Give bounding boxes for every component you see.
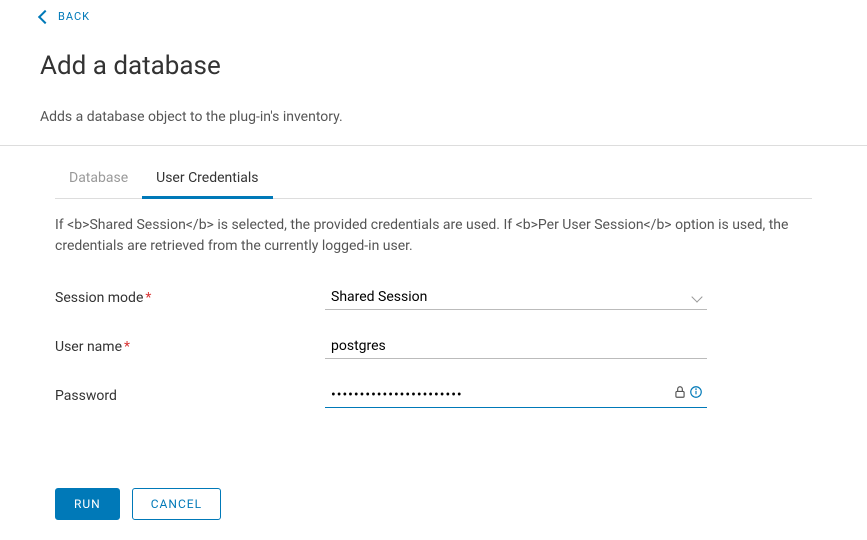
run-button[interactable]: RUN	[55, 488, 120, 520]
footer-actions: RUN CANCEL	[55, 488, 221, 520]
user-name-input[interactable]	[325, 334, 707, 359]
tab-user-credentials[interactable]: User Credentials	[142, 160, 272, 199]
tab-database[interactable]: Database	[55, 160, 142, 199]
user-name-row: User name*	[55, 322, 812, 371]
back-label: BACK	[58, 10, 90, 23]
tabs: Database User Credentials	[55, 160, 812, 199]
page-title: Add a database	[0, 33, 867, 91]
password-label: Password	[55, 388, 325, 404]
password-row: Password	[55, 371, 812, 420]
session-mode-row: Session mode*	[55, 273, 812, 322]
user-name-label: User name*	[55, 339, 325, 355]
divider	[0, 145, 867, 146]
session-mode-select[interactable]	[325, 285, 707, 310]
info-icon	[689, 385, 703, 399]
lock-icon	[673, 385, 687, 399]
cancel-button[interactable]: CANCEL	[132, 488, 221, 520]
tab-help-text: If <b>Shared Session</b> is selected, th…	[55, 199, 812, 273]
page-description: Adds a database object to the plug-in's …	[0, 91, 867, 145]
chevron-left-icon	[38, 9, 52, 23]
password-input[interactable]	[325, 383, 707, 408]
session-mode-label: Session mode*	[55, 290, 325, 306]
back-link[interactable]: BACK	[0, 0, 867, 33]
